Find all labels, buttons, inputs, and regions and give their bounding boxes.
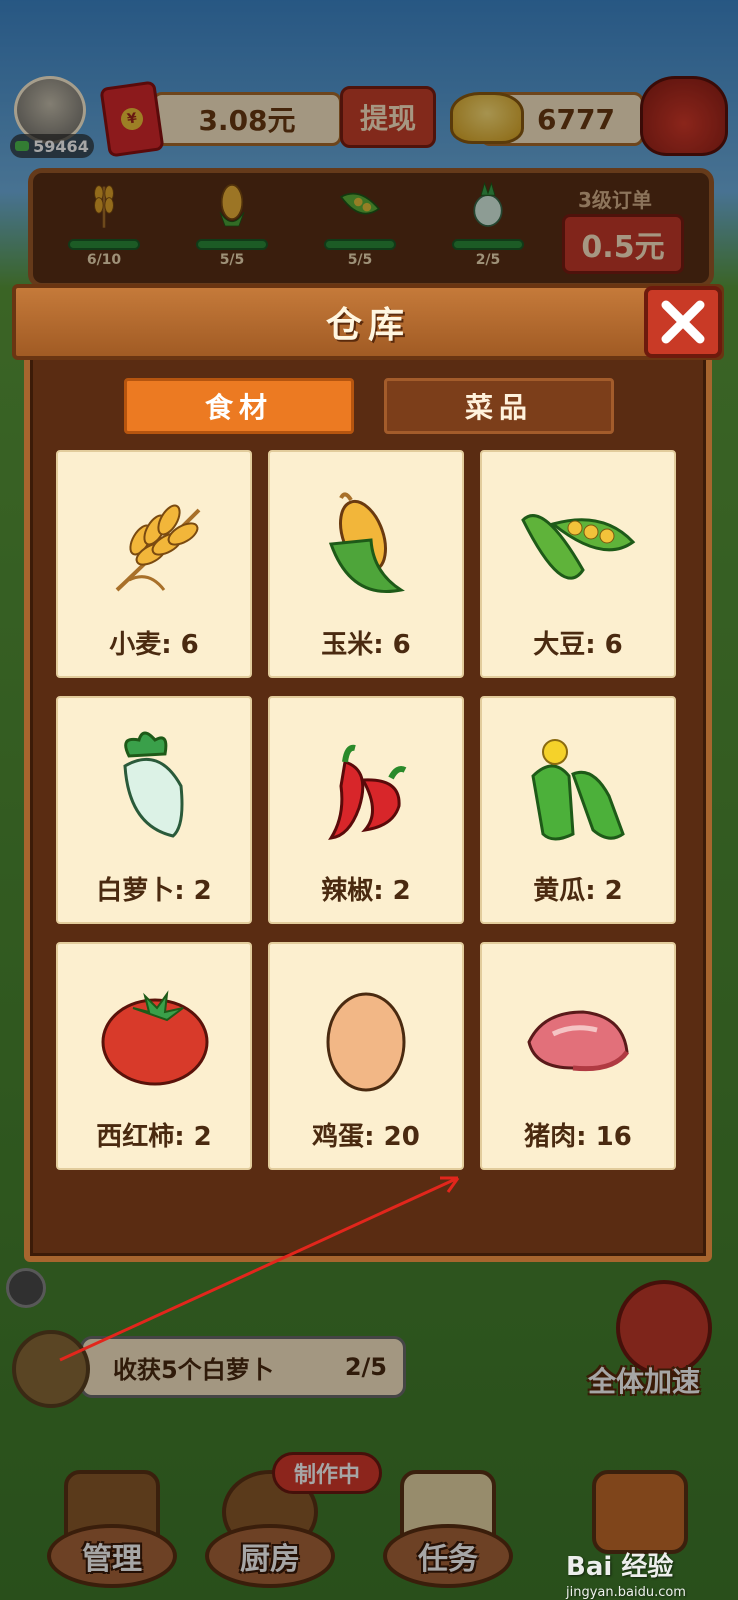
close-button[interactable]	[644, 286, 722, 358]
tab-ingredients-label: 食材	[204, 391, 273, 424]
item-label: 猪肉: 16	[524, 1122, 632, 1152]
item-label: 大豆: 6	[533, 630, 623, 660]
item-label: 黄瓜: 2	[533, 876, 623, 906]
corn-icon	[328, 492, 405, 593]
egg-icon	[326, 992, 406, 1092]
watermark-url: jingyan.baidu.com	[566, 1585, 686, 1600]
chili-icon	[328, 744, 407, 840]
watermark: Bai 经验 jingyan.baidu.com	[566, 1546, 686, 1600]
item-card-pork[interactable]: 猪肉: 16	[480, 942, 676, 1170]
watermark-brand: Bai 经验	[566, 1552, 674, 1582]
ingredient-grid: 小麦: 6 玉米: 6 大豆: 6 白萝卜: 2 辣椒: 2 黄瓜: 2 西红柿…	[56, 450, 680, 1170]
warehouse-title: 仓库	[325, 305, 410, 346]
tab-dishes-label: 菜品	[464, 391, 533, 424]
soybean-icon	[521, 514, 636, 580]
item-label: 鸡蛋: 20	[312, 1122, 420, 1152]
warehouse-header: 仓库	[12, 284, 724, 360]
item-label: 西红柿: 2	[96, 1122, 212, 1152]
item-card-wheat[interactable]: 小麦: 6	[56, 450, 252, 678]
tab-ingredients[interactable]: 食材	[124, 378, 354, 434]
tomato-icon	[101, 990, 209, 1086]
wheat-icon	[115, 504, 201, 592]
item-label: 玉米: 6	[321, 630, 411, 660]
white-radish-icon	[123, 731, 184, 838]
item-card-white-radish[interactable]: 白萝卜: 2	[56, 696, 252, 924]
item-card-cucumber[interactable]: 黄瓜: 2	[480, 696, 676, 924]
item-label: 白萝卜: 2	[96, 876, 212, 906]
item-label: 辣椒: 2	[321, 876, 411, 906]
close-icon	[661, 300, 705, 344]
tab-dishes[interactable]: 菜品	[384, 378, 614, 434]
item-card-egg[interactable]: 鸡蛋: 20	[268, 942, 464, 1170]
item-card-corn[interactable]: 玉米: 6	[268, 450, 464, 678]
cucumber-icon	[531, 739, 625, 841]
item-card-chili[interactable]: 辣椒: 2	[268, 696, 464, 924]
item-card-soybean[interactable]: 大豆: 6	[480, 450, 676, 678]
item-label: 小麦: 6	[109, 630, 199, 660]
item-card-tomato[interactable]: 西红柿: 2	[56, 942, 252, 1170]
pork-icon	[527, 1010, 630, 1072]
